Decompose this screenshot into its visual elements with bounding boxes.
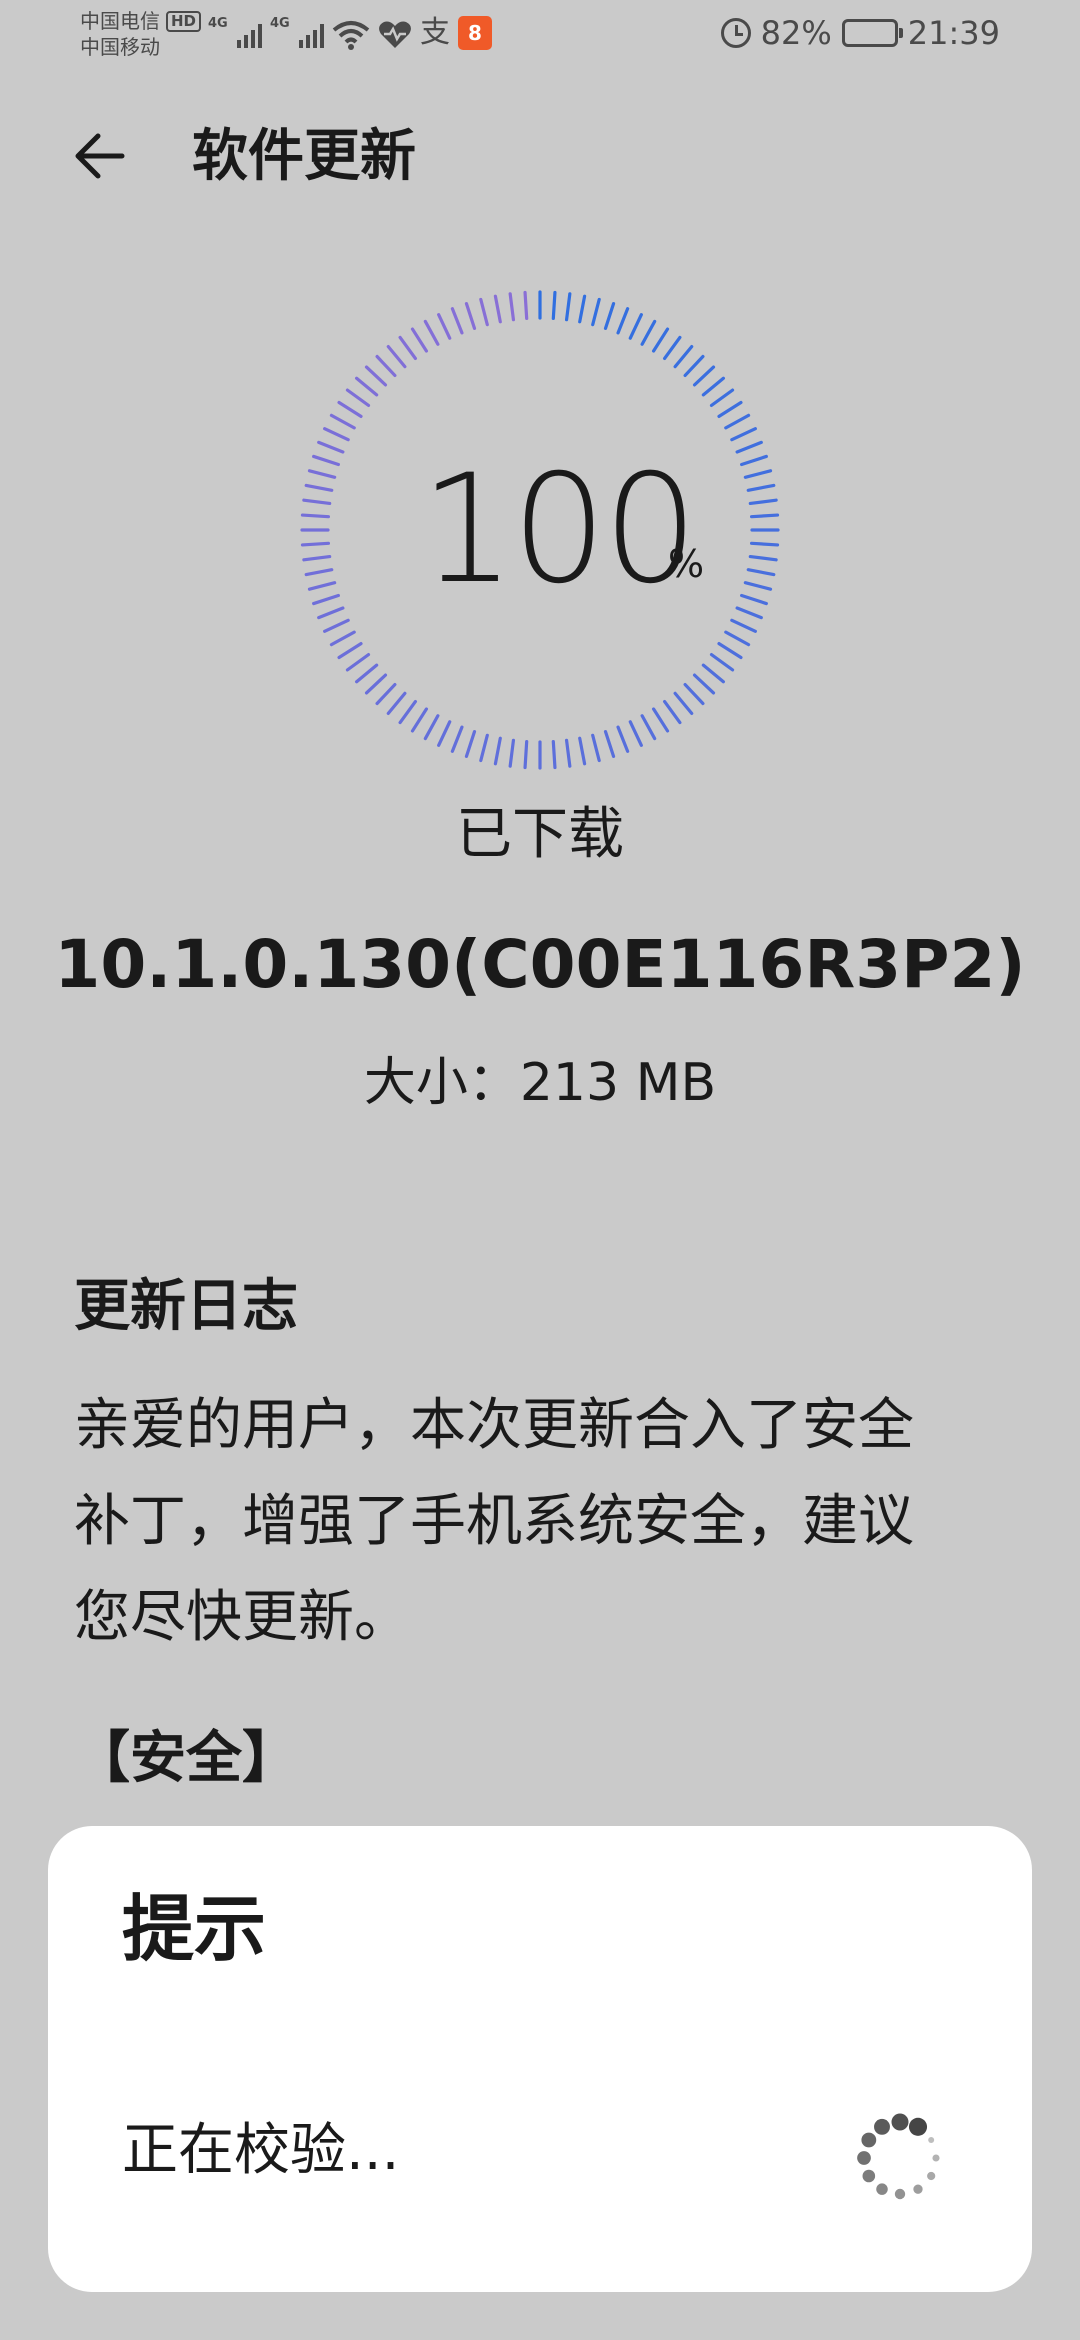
- download-status: 已下载: [456, 802, 624, 867]
- clock: 21:39: [907, 14, 1000, 52]
- app-bar: 软件更新: [0, 100, 1080, 212]
- package-size: 大小：213 MB: [363, 1053, 717, 1113]
- spinner-dot: [894, 2188, 906, 2200]
- status-icons-right: 82% 21:39: [720, 14, 1000, 52]
- spinner-dot: [908, 2117, 928, 2136]
- carrier-1-label: 中国电信: [80, 9, 160, 33]
- status-icons-left: 4G 4G 支 8: [208, 16, 492, 50]
- carrier-2-label: 中国移动: [80, 35, 160, 59]
- network-type-label: 4G: [270, 16, 290, 31]
- download-progress-ring: 100 %: [290, 280, 790, 780]
- app-notification-icon: 8: [458, 16, 492, 50]
- health-heart-icon: [379, 21, 411, 48]
- software-update-screen: 中国电信 HD 中国移动 4G 4G 支 8 82% 21:39 软件更新 10…: [0, 0, 1080, 2340]
- alarm-icon: [720, 18, 751, 48]
- dialog-message: 正在校验...: [122, 2118, 400, 2183]
- verification-dialog: 提示 正在校验...: [48, 1826, 1032, 2292]
- spinner-dot: [928, 2137, 935, 2143]
- status-bar: 中国电信 HD 中国移动 4G 4G 支 8 82% 21:39: [0, 0, 1080, 64]
- spinner-dot: [913, 2184, 923, 2194]
- spinner-dot: [862, 2169, 876, 2183]
- battery-percent: 82%: [760, 14, 832, 52]
- alipay-icon: 支: [420, 15, 450, 50]
- spinner-dot: [891, 2113, 909, 2131]
- loading-spinner-icon: [857, 2113, 940, 2200]
- spinner-dot: [861, 2132, 877, 2148]
- changelog-line: 补丁，增强了手机系统安全，建议: [74, 1489, 914, 1554]
- network-type-label: 4G: [208, 16, 228, 31]
- dialog-title: 提示: [122, 1887, 267, 1971]
- changelog-title: 更新日志: [74, 1274, 298, 1339]
- changelog-body: 亲爱的用户，本次更新合入了安全 补丁，增强了手机系统安全，建议 您尽快更新。: [74, 1378, 1014, 1666]
- progress-percent-unit: %: [668, 542, 705, 586]
- changelog-section-heading: 【安全】: [74, 1726, 298, 1791]
- carrier-info: 中国电信 HD 中国移动: [80, 8, 202, 60]
- changelog-line: 您尽快更新。: [74, 1585, 410, 1650]
- hd-badge: HD: [166, 10, 202, 32]
- progress-percent-value: 100: [420, 443, 698, 617]
- spinner-dot: [927, 2171, 936, 2181]
- signal-icon: 4G: [208, 16, 262, 50]
- progress-readout: 100 %: [290, 280, 790, 780]
- back-arrow-icon: [75, 133, 125, 179]
- version-number: 10.1.0.130(C00E116R3P2): [54, 926, 1026, 1003]
- wifi-icon: [332, 21, 370, 50]
- back-button[interactable]: [60, 116, 140, 196]
- spinner-dot: [876, 2183, 888, 2195]
- spinner-dot: [932, 2154, 940, 2162]
- spinner-dot: [874, 2118, 890, 2135]
- changelog-line: 亲爱的用户，本次更新合入了安全: [74, 1393, 914, 1458]
- page-title: 软件更新: [192, 124, 416, 189]
- spinner-dot: [857, 2151, 871, 2165]
- signal-icon: 4G: [270, 16, 324, 50]
- battery-icon: [841, 19, 903, 47]
